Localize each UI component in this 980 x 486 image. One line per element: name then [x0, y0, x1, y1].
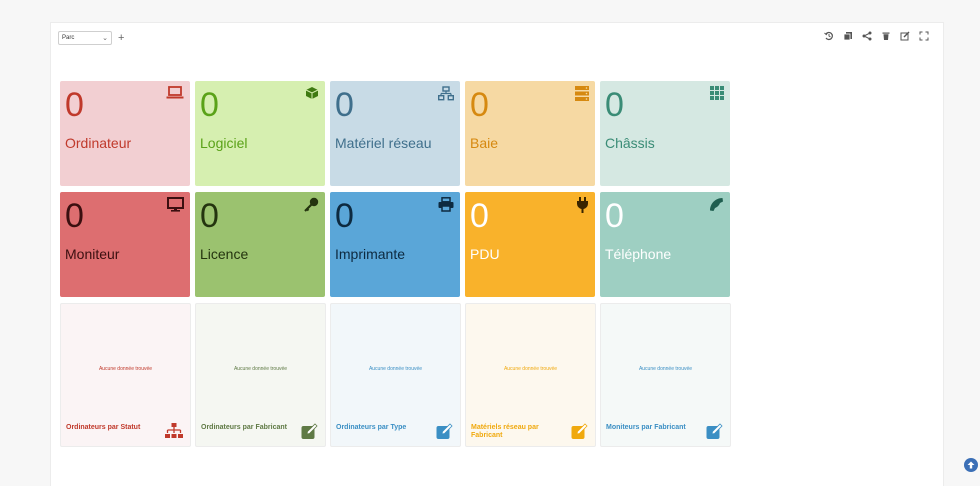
- history-icon[interactable]: [824, 31, 834, 41]
- card-count: 0: [65, 197, 84, 235]
- card-label: Moniteur: [65, 246, 120, 262]
- card-count: 0: [470, 197, 489, 235]
- card-label: Téléphone: [605, 246, 672, 262]
- share-icon[interactable]: [862, 31, 872, 41]
- graph-title: Ordinateurs par Fabricant: [201, 424, 287, 431]
- card-chassis[interactable]: 0 Châssis: [600, 81, 730, 186]
- graph-title: Ordinateurs par Statut: [66, 424, 141, 431]
- graph-card-moniteurs-fabricant[interactable]: Aucune donnée trouvée Moniteurs par Fabr…: [600, 303, 731, 447]
- edit-icon[interactable]: [900, 31, 910, 41]
- card-label: Ordinateur: [65, 135, 132, 151]
- card-label: Logiciel: [200, 135, 248, 151]
- server-icon: [575, 86, 589, 106]
- card-licence[interactable]: 0 Licence: [195, 192, 325, 297]
- phone-icon: [709, 197, 724, 217]
- graph-card-ordinateurs-fabricant[interactable]: Aucune donnée trouvée Ordinateurs par Fa…: [195, 303, 326, 447]
- dashboard-select-value: Parc: [62, 35, 75, 41]
- card-label: Licence: [200, 246, 249, 262]
- monitor-icon: [167, 197, 184, 217]
- card-moniteur[interactable]: 0 Moniteur: [60, 192, 190, 297]
- laptop-icon: [166, 86, 184, 105]
- printer-icon: [438, 197, 454, 217]
- fullscreen-icon[interactable]: [919, 31, 929, 41]
- card-ordinateur[interactable]: 0 Ordinateur: [60, 81, 190, 186]
- card-count: 0: [605, 197, 624, 235]
- no-data-text: Aucune donnée trouvée: [638, 366, 693, 372]
- card-baie[interactable]: 0 Baie: [465, 81, 595, 186]
- add-dashboard-button[interactable]: +: [118, 32, 124, 44]
- card-materiel-reseau[interactable]: 0 Matériel réseau: [330, 81, 460, 186]
- edit-icon: [436, 423, 453, 445]
- dashboard-select[interactable]: Parc ⌄: [58, 31, 112, 45]
- no-data-text: Aucune donnée trouvée: [368, 366, 423, 372]
- no-data-text: Aucune donnée trouvée: [503, 366, 558, 372]
- card-count: 0: [200, 86, 219, 124]
- graph-title: Matériels réseau par Fabricant: [471, 424, 539, 439]
- card-telephone[interactable]: 0 Téléphone: [600, 192, 730, 297]
- card-count: 0: [335, 197, 354, 235]
- graph-title: Ordinateurs par Type: [336, 424, 407, 431]
- card-label: PDU: [470, 246, 500, 262]
- card-label: Châssis: [605, 135, 655, 151]
- edit-icon: [706, 423, 723, 445]
- sitemap-icon: [165, 423, 183, 445]
- key-icon: [304, 197, 319, 217]
- no-data-text: Aucune donnée trouvée: [98, 366, 153, 372]
- graph-card-ordinateurs-statut[interactable]: Aucune donnée trouvée Ordinateurs par St…: [60, 303, 191, 447]
- plug-icon: [576, 197, 589, 218]
- graph-card-ordinateurs-type[interactable]: Aucune donnée trouvée Ordinateurs par Ty…: [330, 303, 461, 447]
- dashboard-panel: Parc ⌄ + 0 Ordinateur 0 Logiciel 0 Matér…: [50, 22, 944, 486]
- card-count: 0: [605, 86, 624, 124]
- dashboard-topbar: Parc ⌄ +: [58, 30, 124, 46]
- edit-icon: [301, 423, 318, 445]
- grid-icon: [710, 86, 724, 105]
- card-pdu[interactable]: 0 PDU: [465, 192, 595, 297]
- card-label: Matériel réseau: [335, 135, 432, 151]
- trash-icon[interactable]: [881, 31, 891, 41]
- card-label: Imprimante: [335, 246, 406, 262]
- network-icon: [437, 86, 455, 106]
- card-count: 0: [335, 86, 354, 124]
- edit-icon: [571, 423, 588, 445]
- card-count: 0: [200, 197, 219, 235]
- card-logiciel[interactable]: 0 Logiciel: [195, 81, 325, 186]
- copy-icon[interactable]: [843, 31, 853, 41]
- card-label: Baie: [470, 135, 499, 151]
- card-imprimante[interactable]: 0 Imprimante: [330, 192, 460, 297]
- graph-card-materiels-reseau-fabricant[interactable]: Aucune donnée trouvée Matériels réseau p…: [465, 303, 596, 447]
- scroll-to-top-button[interactable]: [964, 458, 978, 472]
- chevron-down-icon: ⌄: [102, 35, 108, 42]
- card-count: 0: [470, 86, 489, 124]
- graph-title: Moniteurs par Fabricant: [606, 424, 686, 431]
- card-count: 0: [65, 86, 84, 124]
- cube-icon: [305, 86, 319, 105]
- dashboard-tools: [824, 31, 929, 41]
- no-data-text: Aucune donnée trouvée: [233, 366, 288, 372]
- arrow-up-icon: [964, 459, 978, 476]
